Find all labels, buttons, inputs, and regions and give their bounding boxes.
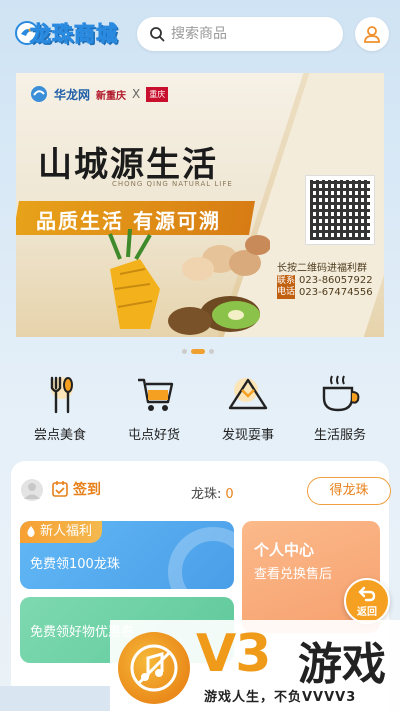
welfare-tag-label: 新人福利 (40, 524, 93, 539)
user-icon (364, 26, 380, 43)
banner-title: 山城源生活 (38, 145, 218, 185)
avatar[interactable] (21, 479, 43, 501)
welfare-tag: 新人福利 (20, 521, 103, 543)
checkin-button[interactable]: 签到 (51, 479, 101, 499)
banner-subtitle-left: CHONG QING (112, 180, 169, 188)
user-profile-button[interactable] (355, 17, 389, 51)
watermark-brand: V3 (196, 624, 271, 684)
checkin-label: 签到 (73, 482, 101, 498)
back-arrow-icon (358, 586, 376, 601)
new-user-welfare-tile[interactable]: 新人福利 免费领100龙珠 (20, 521, 234, 589)
welfare-desc: 免费领100龙珠 (30, 557, 120, 572)
phone-1: 023-86057922 (299, 275, 373, 286)
get-dragon-button[interactable]: 得龙珠 (307, 477, 391, 505)
personal-center-title: 个人中心 (254, 541, 315, 559)
search-input[interactable] (171, 26, 321, 42)
coffee-cup-icon (322, 375, 360, 412)
category-nav: 尝点美食 屯点好货 发现耍事 生活服务 (0, 372, 400, 443)
promo-banner[interactable]: 华龙网 新重庆 X 重庆 山城源生活 CHONG QING NATURAL LI… (16, 73, 384, 337)
checkin-row: 签到 龙珠: 0 得龙珠 (21, 477, 391, 505)
back-button[interactable]: 返回 (344, 578, 390, 624)
contact-phones: 023-86057922 023-67474556 (299, 275, 373, 299)
carousel-dot[interactable] (182, 349, 187, 354)
bottom-strip (0, 686, 110, 711)
decorative-ring (168, 527, 234, 589)
category-fun[interactable]: 发现耍事 (208, 372, 288, 443)
app-logo[interactable]: 龙珠商城 (14, 14, 126, 54)
user-avatar-icon (24, 483, 40, 499)
dragon-balance-label: 龙珠: (191, 487, 222, 502)
shopping-cart-icon (138, 378, 174, 411)
carousel-dot[interactable] (209, 349, 214, 354)
back-button-label: 返回 (357, 606, 377, 618)
qr-tip: 长按二维码进福利群 (277, 263, 367, 274)
brand-xinchongqing: 新重庆 (96, 90, 127, 102)
category-service[interactable]: 生活服务 (300, 372, 380, 443)
calendar-check-icon (52, 481, 68, 497)
header: 龙珠商城 (0, 0, 400, 68)
hualong-logo-icon (31, 86, 47, 102)
watermark-game: 游戏 (298, 639, 386, 690)
drop-icon (27, 526, 35, 537)
category-fun-label: 发现耍事 (221, 428, 274, 443)
carousel-indicator (182, 349, 214, 354)
category-food-label: 尝点美食 (33, 428, 86, 443)
watermark: V3 游戏 游戏人生，不负VVVV3 (110, 620, 400, 711)
qr-code[interactable] (305, 175, 375, 245)
search-icon (150, 27, 165, 42)
dragon-balance-value: 0 (225, 487, 234, 502)
contact-label: 联系电话 (277, 275, 296, 299)
brand-hualong: 华龙网 (54, 87, 91, 102)
brand-chongqing: 重庆 (146, 86, 169, 102)
fruit-eggs-illustration (108, 229, 270, 335)
watermark-slogan: 游戏人生，不负VVVV3 (204, 690, 357, 705)
category-food[interactable]: 尝点美食 (20, 372, 100, 443)
banner-brands: 华龙网 新重庆 X 重庆 (30, 85, 169, 103)
music-note-icon (130, 644, 178, 692)
personal-center-desc: 查看兑换售后 (254, 567, 333, 582)
phone-2: 023-67474556 (299, 287, 373, 298)
brand-separator: X (132, 87, 141, 101)
fork-spoon-icon (50, 376, 73, 414)
app-name: 龙珠商城 (30, 22, 118, 47)
dragon-balance: 龙珠: 0 (191, 483, 234, 502)
v3-logo-icon (118, 632, 190, 704)
carousel-dot-active[interactable] (191, 349, 205, 354)
search-bar[interactable] (137, 17, 343, 51)
banner-subtitle-right: NATURAL LIFE (172, 180, 233, 188)
category-goods-label: 屯点好货 (127, 428, 180, 443)
category-service-label: 生活服务 (313, 428, 366, 443)
category-goods[interactable]: 屯点好货 (114, 372, 194, 443)
mountain-icon (228, 378, 268, 410)
contact-info: 联系电话 023-86057922 023-67474556 (277, 275, 373, 299)
